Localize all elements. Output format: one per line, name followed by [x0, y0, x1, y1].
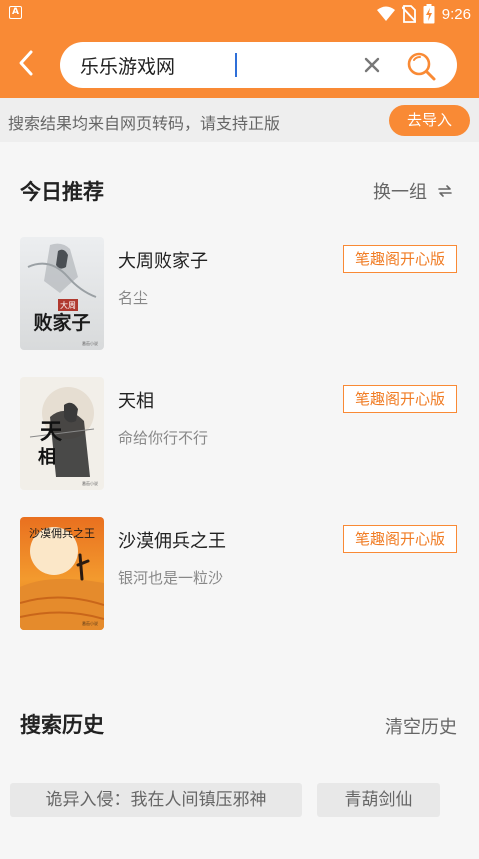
svg-text:番茄小说: 番茄小说 — [82, 620, 98, 626]
search-icon — [407, 52, 436, 81]
book-item[interactable]: 大周 败家子 番茄小说 大周败家子 名尘 笔趣阁开心版 — [20, 237, 460, 351]
svg-text:相: 相 — [38, 447, 56, 468]
refresh-button[interactable]: 换一组 — [373, 178, 453, 204]
book-author: 名尘 — [118, 289, 149, 307]
import-button[interactable]: 去导入 — [389, 105, 470, 136]
book-title: 天相 — [118, 391, 154, 412]
text-cursor — [235, 53, 237, 77]
book-cover: 天 相 番茄小说 — [20, 377, 104, 490]
clear-search-button[interactable] — [361, 54, 383, 76]
svg-text:番茄小说: 番茄小说 — [82, 340, 98, 346]
search-input[interactable] — [80, 50, 340, 80]
clear-history-button[interactable]: 清空历史 — [385, 713, 457, 739]
refresh-icon — [438, 185, 452, 197]
source-notice-bar: 搜索结果均来自网页转码，请支持正版 去导入 — [0, 98, 479, 142]
no-sim-icon — [401, 5, 416, 23]
cover-art-text: 大周 — [60, 300, 76, 310]
svg-text:天: 天 — [40, 419, 63, 445]
back-button[interactable] — [12, 48, 42, 78]
svg-text:沙漠佣兵之王: 沙漠佣兵之王 — [29, 526, 95, 540]
source-tag: 笔趣阁开心版 — [343, 525, 457, 553]
book-item[interactable]: 沙漠佣兵之王 番茄小说 沙漠佣兵之王 银河也是一粒沙 笔趣阁开心版 — [20, 517, 460, 631]
search-header — [0, 28, 479, 98]
notice-text: 搜索结果均来自网页转码，请支持正版 — [8, 114, 281, 133]
history-chip[interactable]: 诡异入侵：我在人间镇压邪神 — [10, 783, 302, 817]
battery-charging-icon — [423, 4, 435, 24]
book-author: 银河也是一粒沙 — [118, 569, 224, 587]
close-icon — [364, 57, 380, 73]
history-chip[interactable]: 青葫剑仙 — [317, 783, 440, 817]
search-button[interactable] — [405, 50, 437, 82]
app-notification-icon: A — [9, 6, 22, 19]
svg-text:番茄小说: 番茄小说 — [82, 480, 98, 486]
search-box — [60, 42, 457, 88]
wifi-icon — [376, 6, 395, 21]
clock: 9:26 — [441, 5, 471, 23]
chevron-left-icon — [19, 50, 33, 76]
refresh-label: 换一组 — [373, 182, 427, 203]
book-item[interactable]: 天 相 番茄小说 天相 命给你行不行 笔趣阁开心版 — [20, 377, 460, 491]
history-title: 搜索历史 — [20, 713, 104, 737]
svg-text:败家子: 败家子 — [33, 311, 90, 334]
source-tag: 笔趣阁开心版 — [343, 245, 457, 273]
status-bar: A 9:26 — [0, 0, 479, 28]
book-author: 命给你行不行 — [118, 429, 209, 447]
recommend-title: 今日推荐 — [20, 180, 104, 204]
book-cover: 大周 败家子 番茄小说 — [20, 237, 104, 350]
book-title: 沙漠佣兵之王 — [118, 531, 226, 552]
book-cover: 沙漠佣兵之王 番茄小说 — [20, 517, 104, 630]
book-title: 大周败家子 — [118, 251, 208, 272]
source-tag: 笔趣阁开心版 — [343, 385, 457, 413]
status-icons: 9:26 — [376, 4, 471, 24]
